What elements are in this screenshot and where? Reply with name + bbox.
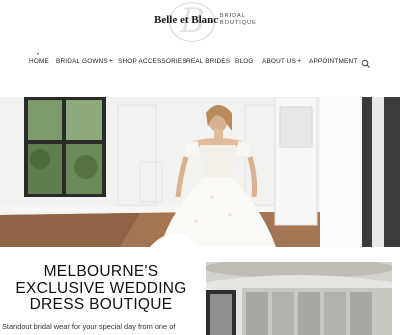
- nav-item-label: SHOP ACCESSORIES: [118, 58, 187, 65]
- nav-item-about-us[interactable]: ABOUT US+: [262, 58, 301, 65]
- submenu-plus-icon: +: [108, 58, 114, 65]
- submenu-plus-icon: +: [297, 58, 302, 65]
- nav-item-shop-accessories[interactable]: SHOP ACCESSORIES: [118, 58, 187, 65]
- hero-image: [0, 97, 400, 247]
- nav-item-appointment[interactable]: APPOINTMENT: [309, 58, 357, 65]
- title-line: MELBOURNE'S: [43, 263, 159, 280]
- logo-subtitle-line1: BRIDAL: [220, 13, 246, 19]
- logo-subtitle: BRIDAL BOUTIQUE: [220, 13, 260, 27]
- logo-name: Belle et Blanc: [154, 14, 219, 26]
- search-icon[interactable]: [361, 56, 371, 68]
- nav-item-label: BLOG: [235, 58, 254, 65]
- site-header: Belle et Blanc BRIDAL BOUTIQUE: [0, 0, 400, 48]
- page-title: MELBOURNE'S EXCLUSIVE WEDDING DRESS BOUT…: [0, 263, 202, 314]
- nav-item-label: REAL BRIDES: [186, 58, 231, 65]
- boutique-interior-image: [206, 262, 392, 335]
- nav-item-label: HOME: [29, 58, 49, 65]
- title-line: EXCLUSIVE WEDDING: [15, 279, 187, 297]
- logo-subtitle-line2: BOUTIQUE: [220, 20, 257, 26]
- nav-item-label: BRIDAL GOWNS: [56, 58, 108, 65]
- title-line: DRESS BOUTIQUE: [29, 296, 173, 313]
- nav-item-label: APPOINTMENT: [309, 58, 358, 65]
- nav-item-blog[interactable]: BLOG: [235, 58, 254, 65]
- nav-item-real-brides[interactable]: REAL BRIDES: [186, 58, 230, 65]
- nav-item-label: ABOUT US: [262, 58, 297, 65]
- nav-item-bridal-gowns[interactable]: BRIDAL GOWNS+: [56, 58, 113, 65]
- intro-text: Standout bridal wear for your special da…: [2, 322, 176, 331]
- nav-item-home[interactable]: HOME: [29, 58, 49, 65]
